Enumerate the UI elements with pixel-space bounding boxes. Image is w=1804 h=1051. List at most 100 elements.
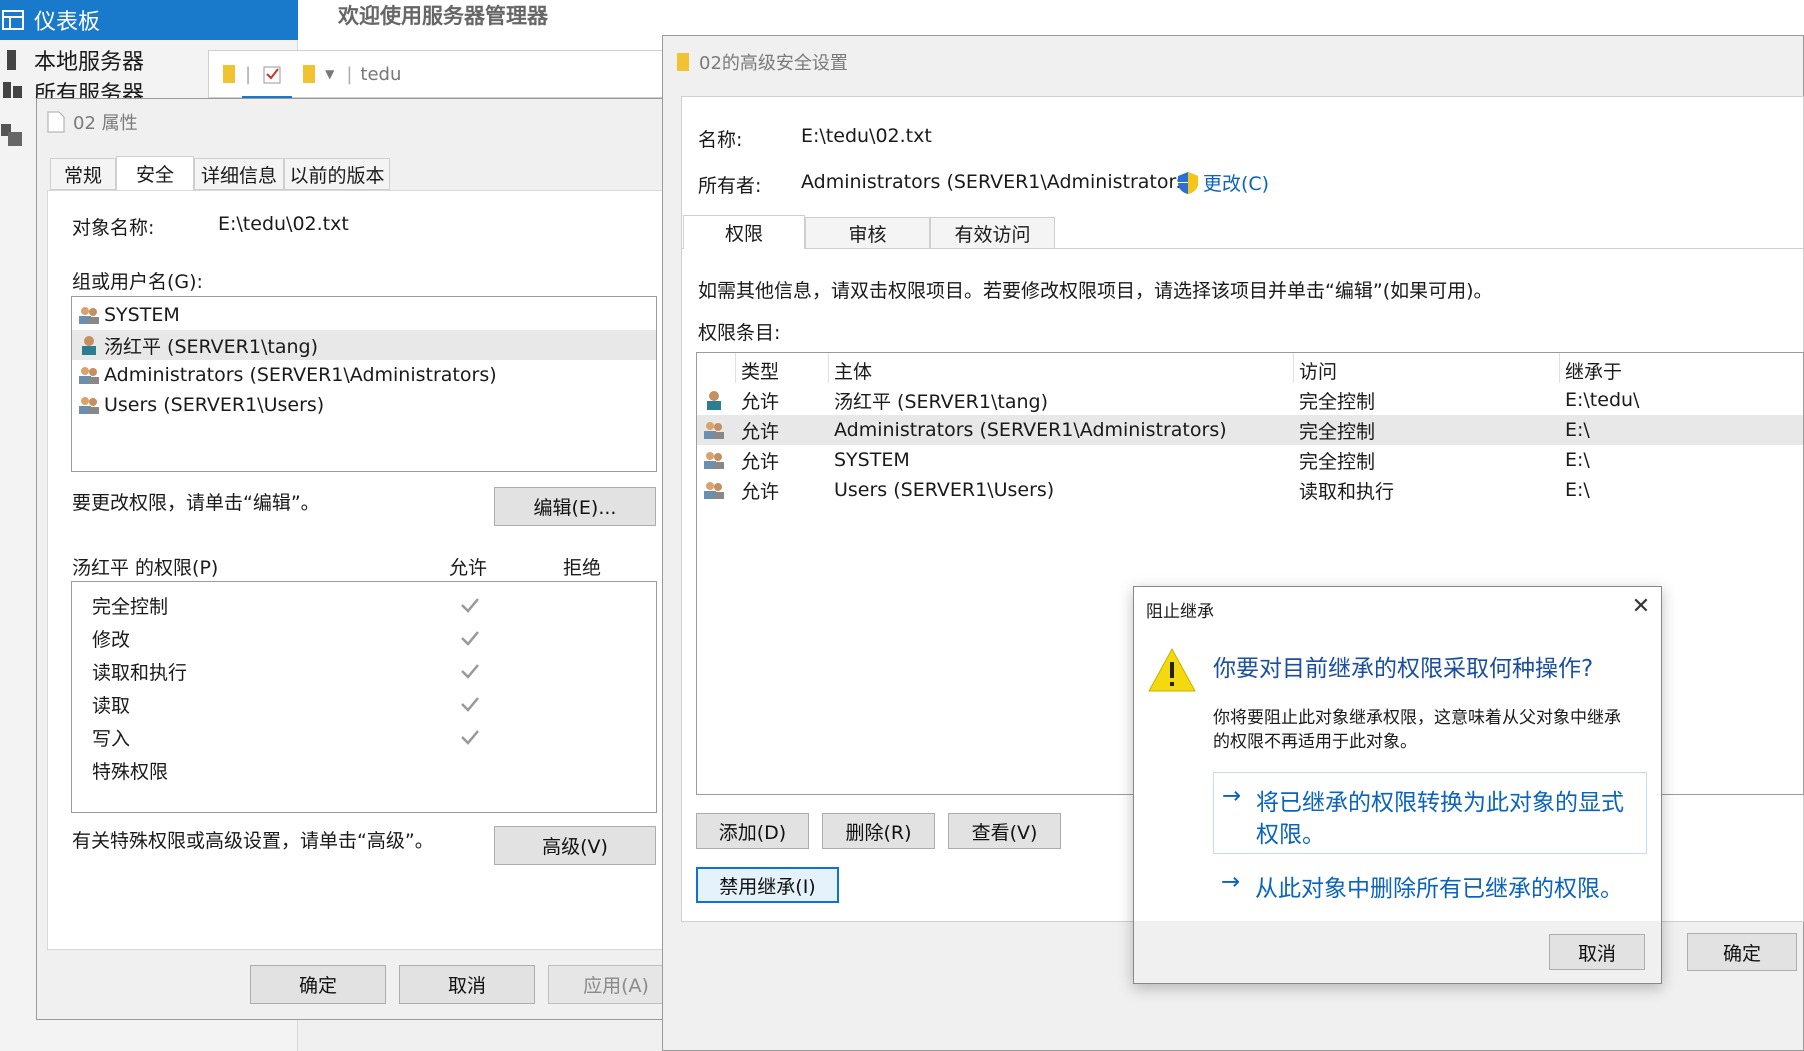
- owner-value: Administrators (SERVER1\Administrators): [801, 171, 1194, 193]
- sidebar-item-dashboard[interactable]: 仪表板: [0, 0, 298, 40]
- column-header-inherited-from[interactable]: 继承于: [1565, 355, 1622, 385]
- owner-label: 所有者:: [698, 175, 762, 197]
- list-item-label: Users (SERVER1\Users): [104, 394, 325, 416]
- change-link-label: 更改(C): [1203, 173, 1270, 195]
- table-row[interactable]: 允许 汤红平 (SERVER1\tang) 完全控制 E:\tedu\: [697, 385, 1803, 415]
- change-owner-link[interactable]: 更改(C): [1177, 169, 1269, 196]
- tab-security[interactable]: 安全: [116, 156, 194, 190]
- advanced-ok-button[interactable]: 确定: [1687, 933, 1797, 971]
- allow-check-icon: [461, 730, 479, 745]
- entry-type: 允许: [741, 390, 780, 413]
- dialog-heading: 你要对目前继承的权限采取何种操作?: [1213, 656, 1594, 682]
- list-item[interactable]: SYSTEM: [78, 300, 180, 330]
- block-inheritance-dialog: 阻止继承 ✕ 你要对目前继承的权限采取何种操作? 你将要阻止此对象继承权限，这意…: [1133, 586, 1662, 984]
- convert-inherited-option[interactable]: → 将已继承的权限转换为此对象的显式 权限。: [1213, 772, 1647, 854]
- file-icon: [47, 111, 65, 133]
- allow-check-icon: [461, 697, 479, 712]
- dialog-cancel-button[interactable]: 取消: [1549, 934, 1645, 970]
- arrow-right-icon: →: [1222, 783, 1242, 809]
- server-icon: [7, 50, 16, 70]
- dialog-body-line2: 的权限不再适用于此对象。: [1213, 732, 1417, 752]
- entry-inherited-from: E:\: [1565, 419, 1590, 441]
- groups-label: 组或用户名(G):: [72, 271, 203, 293]
- column-header-type[interactable]: 类型: [741, 355, 779, 385]
- sidebar-item-label: 本地服务器: [34, 50, 145, 75]
- user-group-icon: [703, 450, 725, 475]
- tab-details[interactable]: 详细信息: [194, 158, 284, 190]
- advanced-button[interactable]: 高级(V): [494, 826, 656, 865]
- tab-auditing[interactable]: 审核: [805, 217, 930, 249]
- explorer-path: tedu: [360, 63, 402, 85]
- remove-button[interactable]: 删除(R): [822, 813, 935, 849]
- list-item[interactable]: Administrators (SERVER1\Administrators): [78, 360, 497, 390]
- name-value: E:\tedu\02.txt: [801, 125, 932, 147]
- tab-permissions[interactable]: 权限: [683, 215, 805, 249]
- view-button[interactable]: 查看(V): [948, 813, 1061, 849]
- user-group-icon: [78, 365, 100, 385]
- servers-icon: [3, 82, 22, 98]
- dialog-body-line1: 你将要阻止此对象继承权限，这意味着从父对象中继承: [1213, 708, 1621, 728]
- object-name-value: E:\tedu\02.txt: [218, 213, 349, 235]
- user-group-icon: [703, 480, 725, 505]
- list-item[interactable]: Users (SERVER1\Users): [78, 390, 324, 420]
- list-item[interactable]: 汤红平 (SERVER1\tang): [72, 330, 656, 360]
- entry-inherited-from: E:\: [1565, 479, 1590, 501]
- user-icon: [78, 335, 100, 355]
- dialog-title: 阻止继承: [1146, 602, 1214, 622]
- option2-label: 从此对象中删除所有已继承的权限。: [1255, 876, 1623, 902]
- properties-title: 02 属性: [73, 113, 138, 134]
- entry-principal: 汤红平 (SERVER1\tang): [834, 390, 1048, 413]
- properties-titlebar: 02 属性: [47, 109, 138, 135]
- table-row[interactable]: 允许 SYSTEM 完全控制 E:\: [697, 445, 1803, 475]
- entry-type: 允许: [741, 420, 780, 443]
- entry-access: 完全控制: [1299, 450, 1376, 473]
- info-text: 如需其他信息，请双击权限项目。若要修改权限项目，请选择该项目并单击“编辑”(如果…: [698, 280, 1493, 302]
- table-row[interactable]: 允许 Users (SERVER1\Users) 读取和执行 E:\: [697, 475, 1803, 505]
- column-header-access[interactable]: 访问: [1299, 355, 1337, 385]
- remove-inherited-option[interactable]: → 从此对象中删除所有已继承的权限。: [1213, 863, 1647, 907]
- column-header-principal[interactable]: 主体: [834, 355, 872, 385]
- sidebar-item-label: 仪表板: [34, 10, 101, 35]
- permission-row: 特殊权限: [92, 760, 169, 783]
- explorer-toolbar: | ▼ | tedu: [208, 50, 668, 98]
- user-group-icon: [78, 305, 100, 325]
- advanced-titlebar: 02的高级安全设置: [677, 47, 848, 77]
- option1-line1: 将已继承的权限转换为此对象的显式: [1256, 790, 1624, 816]
- users-list[interactable]: SYSTEM 汤红平 (SERVER1\tang) Administrators…: [71, 296, 657, 472]
- add-button[interactable]: 添加(D): [696, 813, 809, 849]
- file-services-icon: [1, 124, 22, 146]
- edit-button[interactable]: 编辑(E)...: [494, 487, 656, 526]
- table-row[interactable]: 允许 Administrators (SERVER1\Administrator…: [697, 415, 1803, 445]
- permission-row: 完全控制: [92, 595, 169, 618]
- uac-shield-icon: [1178, 171, 1198, 194]
- warning-icon: [1148, 647, 1196, 692]
- new-folder-icon[interactable]: [303, 65, 316, 83]
- list-item-label: Administrators (SERVER1\Administrators): [104, 364, 497, 386]
- list-item-label: SYSTEM: [104, 304, 180, 326]
- entry-type: 允许: [741, 480, 780, 503]
- tab-previous-versions[interactable]: 以前的版本: [284, 158, 390, 190]
- cancel-button[interactable]: 取消: [399, 965, 535, 1004]
- advanced-title: 02的高级安全设置: [699, 53, 848, 74]
- allow-check-icon: [461, 631, 479, 646]
- entry-access: 完全控制: [1299, 390, 1376, 413]
- sidebar-item-label: 所有服务器: [34, 82, 145, 98]
- entry-type: 允许: [741, 450, 780, 473]
- tab-effective-access[interactable]: 有效访问: [930, 217, 1055, 249]
- entry-principal: SYSTEM: [834, 449, 910, 471]
- object-name-label: 对象名称:: [72, 217, 155, 239]
- change-hint: 要更改权限，请单击“编辑”。: [72, 492, 320, 514]
- entry-principal: Administrators (SERVER1\Administrators): [834, 419, 1227, 441]
- permission-row: 修改: [92, 628, 131, 651]
- option1-line2: 权限。: [1256, 822, 1325, 848]
- close-icon[interactable]: ✕: [1624, 589, 1658, 623]
- properties-check-icon[interactable]: [263, 64, 283, 84]
- ok-button[interactable]: 确定: [250, 965, 386, 1004]
- permission-row: 读取和执行: [92, 661, 188, 684]
- allow-check-icon: [461, 664, 479, 679]
- advanced-hint: 有关特殊权限或高级设置，请单击“高级”。: [72, 830, 434, 852]
- permissions-label: 汤红平 的权限(P): [72, 557, 219, 579]
- disable-inheritance-button[interactable]: 禁用继承(I): [696, 867, 839, 903]
- chevron-down-icon[interactable]: ▼: [325, 67, 334, 81]
- tab-general[interactable]: 常规: [50, 158, 116, 190]
